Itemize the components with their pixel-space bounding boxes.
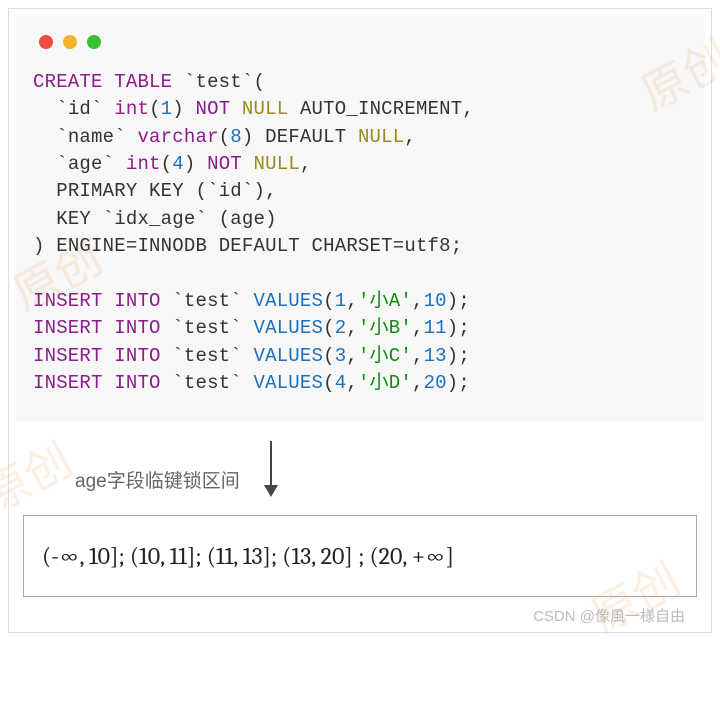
op3: ( — [323, 345, 335, 367]
kw-into3: INTO — [114, 345, 160, 367]
intervals-text: (-∞, 10]; (10, 11]; (11, 13]; (13, 20] ;… — [42, 542, 454, 570]
s3: '小C' — [358, 345, 412, 367]
cl2: ); — [447, 317, 470, 339]
kw-null3: NULL — [254, 153, 300, 175]
idx-name: `idx_age` — [103, 208, 207, 230]
op4: ( — [323, 372, 335, 394]
c1b: , — [412, 290, 424, 312]
kw-values3: VALUES — [254, 345, 324, 367]
utf8: utf8; — [404, 235, 462, 257]
kw-charset: CHARSET — [312, 235, 393, 257]
c3b: , — [412, 345, 424, 367]
col-id: `id` — [56, 98, 102, 120]
op2: ( — [323, 317, 335, 339]
interval-box: (-∞, 10]; (10, 11]; (11, 13]; (13, 20] ;… — [23, 515, 697, 597]
kw-insert3: INSERT — [33, 345, 103, 367]
size-8: 8 — [230, 126, 242, 148]
kw-primary: PRIMARY — [56, 180, 137, 202]
open-paren: ( — [253, 71, 265, 93]
kw-null2: NULL — [358, 126, 404, 148]
kw-key: KEY — [149, 180, 184, 202]
comma2: , — [300, 153, 312, 175]
v4b: 20 — [424, 372, 447, 394]
tbl2: `test` — [172, 317, 242, 339]
kw-not: NOT — [196, 98, 231, 120]
s4: '小D' — [358, 372, 412, 394]
code-panel: CREATE TABLE `test`( `id` int(1) NOT NUL… — [15, 15, 705, 421]
type-int: int — [114, 98, 149, 120]
tbl4: `test` — [172, 372, 242, 394]
comma: , — [404, 126, 416, 148]
s1: '小A' — [358, 290, 412, 312]
pk-cols: (`id`), — [195, 180, 276, 202]
kw-values2: VALUES — [254, 317, 324, 339]
v4a: 4 — [335, 372, 347, 394]
tbl3: `test` — [172, 345, 242, 367]
kw-engine: ENGINE — [56, 235, 126, 257]
s2: '小B' — [358, 317, 412, 339]
c2a: , — [346, 317, 358, 339]
v3b: 13 — [424, 345, 447, 367]
kw-values4: VALUES — [254, 372, 324, 394]
op1: ( — [323, 290, 335, 312]
arrow-area: age字段临键锁区间 — [15, 421, 705, 505]
cl3: ); — [447, 345, 470, 367]
kw-table: TABLE — [114, 71, 172, 93]
type-varchar: varchar — [137, 126, 218, 148]
v2b: 11 — [424, 317, 447, 339]
c1a: , — [346, 290, 358, 312]
close-paren: ) — [33, 235, 45, 257]
c2b: , — [412, 317, 424, 339]
arrow-down-icon — [256, 439, 286, 499]
c4a: , — [346, 372, 358, 394]
close-icon — [39, 35, 53, 49]
c3a: , — [346, 345, 358, 367]
figure-frame: CREATE TABLE `test`( `id` int(1) NOT NUL… — [8, 8, 712, 633]
cl4: ); — [447, 372, 470, 394]
kw-null: NULL — [242, 98, 288, 120]
cl1: ); — [447, 290, 470, 312]
window-traffic-lights — [33, 29, 687, 69]
kw-insert1: INSERT — [33, 290, 103, 312]
kw-default: DEFAULT — [265, 126, 346, 148]
c4b: , — [412, 372, 424, 394]
kw-insert4: INSERT — [33, 372, 103, 394]
type-int2: int — [126, 153, 161, 175]
kw-not2: NOT — [207, 153, 242, 175]
kw-key2: KEY — [56, 208, 91, 230]
col-age: `age` — [56, 153, 114, 175]
v1a: 1 — [335, 290, 347, 312]
v2a: 2 — [335, 317, 347, 339]
innodb: INNODB — [137, 235, 207, 257]
tbl-name: `test` — [184, 71, 254, 93]
eq: = — [126, 235, 138, 257]
size-4: 4 — [172, 153, 184, 175]
kw-create: CREATE — [33, 71, 103, 93]
kw-default2: DEFAULT — [219, 235, 300, 257]
arrow-label: age字段临键锁区间 — [75, 466, 240, 499]
eq2: = — [393, 235, 405, 257]
auto-inc: AUTO_INCREMENT, — [300, 98, 474, 120]
kw-into2: INTO — [114, 317, 160, 339]
idx-cols: (age) — [219, 208, 277, 230]
v1b: 10 — [424, 290, 447, 312]
kw-insert2: INSERT — [33, 317, 103, 339]
size-1: 1 — [161, 98, 173, 120]
tbl1: `test` — [172, 290, 242, 312]
kw-into4: INTO — [114, 372, 160, 394]
maximize-icon — [87, 35, 101, 49]
sql-code-block: CREATE TABLE `test`( `id` int(1) NOT NUL… — [33, 69, 687, 397]
kw-into1: INTO — [114, 290, 160, 312]
kw-values1: VALUES — [254, 290, 324, 312]
minimize-icon — [63, 35, 77, 49]
v3a: 3 — [335, 345, 347, 367]
col-name: `name` — [56, 126, 126, 148]
footer-watermark: CSDN @像風一様自由 — [15, 597, 705, 626]
